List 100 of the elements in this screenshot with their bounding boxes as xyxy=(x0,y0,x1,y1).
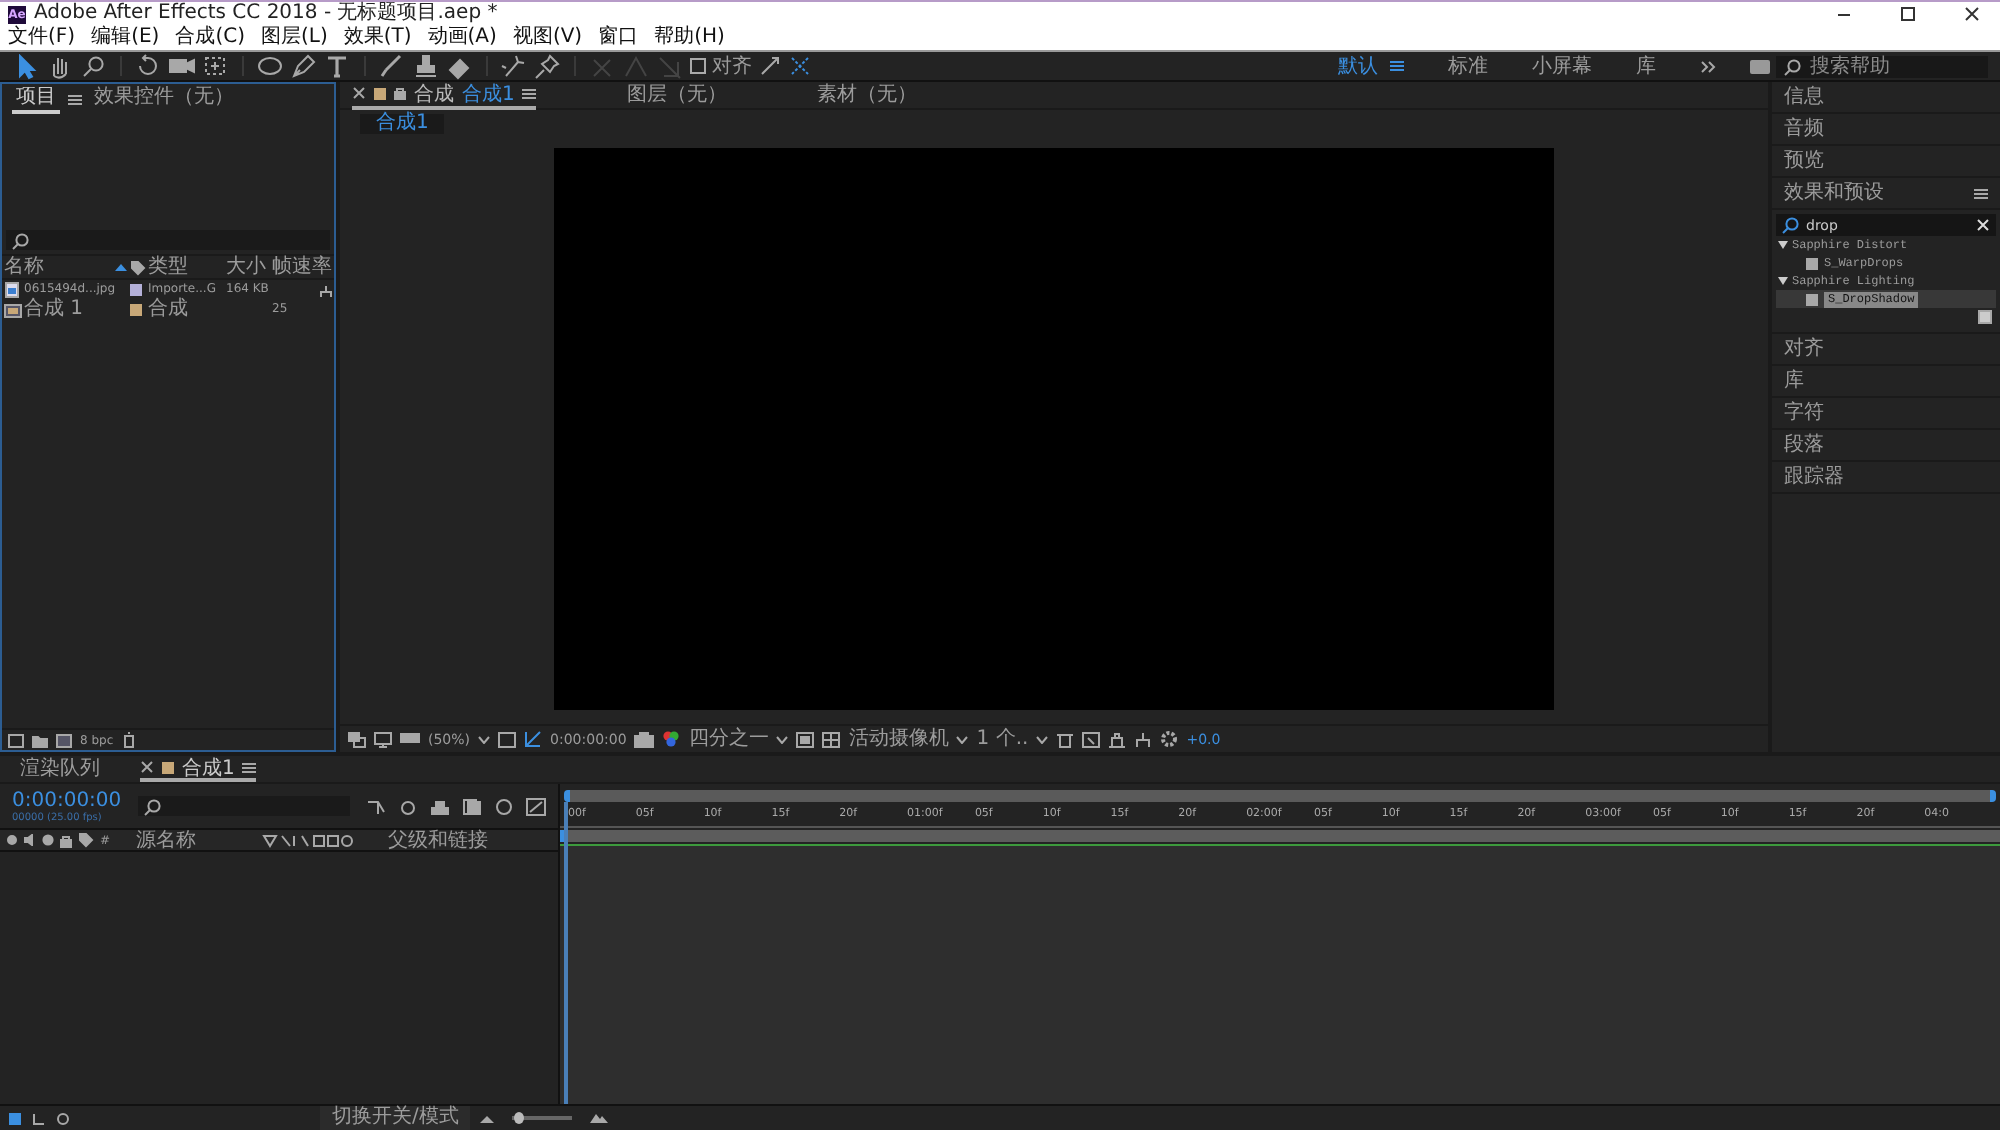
frame-blend-icon[interactable] xyxy=(462,797,482,815)
breadcrumb-item[interactable]: 合成1 xyxy=(360,114,445,134)
disclosure-triangle-icon[interactable] xyxy=(1778,240,1788,250)
column-header[interactable]: 类型 xyxy=(148,256,224,278)
camera-icon[interactable] xyxy=(168,53,196,79)
menu-item[interactable]: 动画(A) xyxy=(427,26,497,50)
tag-icon[interactable] xyxy=(78,832,94,848)
column-header[interactable]: 大小 xyxy=(226,256,270,278)
roto-brush-icon[interactable] xyxy=(500,53,528,79)
grid-icon[interactable] xyxy=(524,730,543,748)
clear-icon[interactable] xyxy=(1976,218,1990,232)
menu-icon[interactable] xyxy=(1974,187,1988,199)
color-channels-icon[interactable] xyxy=(662,730,681,748)
snap-icon[interactable] xyxy=(758,54,782,78)
maximize-icon[interactable] xyxy=(1900,6,1916,22)
current-timecode[interactable]: 0:00:00:00 xyxy=(12,789,122,811)
close-icon[interactable] xyxy=(140,760,154,774)
dotted-square-icon[interactable] xyxy=(202,53,230,79)
flowchart-icon[interactable] xyxy=(1134,731,1153,747)
column-header[interactable]: 父级和链接 xyxy=(388,829,489,851)
menu-item[interactable]: 编辑(E) xyxy=(91,26,160,50)
workspace-tab[interactable]: 小屏幕 xyxy=(1532,52,1592,80)
close-icon[interactable] xyxy=(352,86,366,100)
speaker-icon[interactable] xyxy=(24,834,36,846)
ellipse-icon[interactable] xyxy=(256,53,284,79)
label-swatch[interactable] xyxy=(130,304,142,316)
panel-header[interactable]: 跟踪器 xyxy=(1772,462,2000,494)
menu-icon[interactable] xyxy=(522,87,537,99)
file-name[interactable]: 合成 1 xyxy=(24,300,128,320)
panel-header[interactable]: 库 xyxy=(1772,366,2000,398)
panel-header[interactable]: 信息 xyxy=(1772,82,2000,114)
panel-header[interactable]: 对齐 xyxy=(1772,334,2000,366)
stamp-icon[interactable] xyxy=(412,53,440,79)
label-swatch[interactable] xyxy=(130,284,142,296)
help-search-field[interactable]: 搜索帮助 xyxy=(1776,55,1988,77)
preview-icon[interactable] xyxy=(1082,731,1101,747)
panel-tab[interactable]: 项目 xyxy=(12,84,60,114)
composition-flow-icon[interactable] xyxy=(366,797,386,815)
toggle-pixel-icon[interactable] xyxy=(1056,731,1075,747)
caret-icon[interactable] xyxy=(478,735,491,743)
menu-item[interactable]: 图层(L) xyxy=(260,26,328,50)
stack-icon[interactable] xyxy=(348,731,366,747)
menu-icon[interactable] xyxy=(242,761,257,773)
menu-item[interactable]: 文件(F) xyxy=(8,26,76,50)
magnifier-icon[interactable] xyxy=(80,53,108,79)
search-icon[interactable] xyxy=(143,797,162,815)
in-out-icon[interactable] xyxy=(32,1111,46,1125)
tag-icon[interactable] xyxy=(130,259,146,275)
viewer-tab[interactable]: 图层（无） xyxy=(626,81,727,109)
viewer-tab[interactable]: 合成 合成1 xyxy=(352,81,537,109)
zoom-slider-thumb[interactable] xyxy=(514,1112,525,1124)
caret-icon[interactable] xyxy=(956,735,969,743)
brush-icon[interactable] xyxy=(378,53,406,79)
eye-icon[interactable] xyxy=(6,834,18,846)
search-icon[interactable] xyxy=(1784,57,1802,75)
graph-editor-icon[interactable] xyxy=(526,797,546,815)
workspace-tab[interactable]: 标准 xyxy=(1448,52,1488,80)
flowchart-icon[interactable] xyxy=(318,283,334,297)
pin-icon[interactable] xyxy=(534,53,562,79)
camera-snapshot-icon[interactable] xyxy=(634,731,655,747)
search-icon[interactable] xyxy=(12,231,30,249)
close-icon[interactable] xyxy=(1964,6,1980,22)
menu-item[interactable]: 效果(T) xyxy=(343,26,412,50)
menu-item[interactable]: 合成(C) xyxy=(175,26,245,50)
panel-header[interactable]: 预览 xyxy=(1772,146,2000,178)
caret-icon[interactable] xyxy=(1036,735,1049,743)
align-checkbox[interactable] xyxy=(690,58,706,74)
panel-header[interactable]: 音频 xyxy=(1772,114,2000,146)
menu-icon[interactable] xyxy=(68,93,82,105)
sort-up-icon[interactable] xyxy=(114,262,128,272)
views-dropdown[interactable]: 1 个.. xyxy=(976,727,1029,751)
camera-dropdown[interactable]: 活动摄像机 xyxy=(848,727,949,751)
search-icon[interactable] xyxy=(1782,216,1800,234)
column-header[interactable]: 帧速率 xyxy=(272,256,334,278)
viewer-tab[interactable]: 素材（无） xyxy=(816,81,917,109)
pen-icon[interactable] xyxy=(290,53,318,79)
panel-header[interactable]: 字符 xyxy=(1772,398,2000,430)
menu-item[interactable]: 视图(V) xyxy=(512,26,583,50)
lock-icon[interactable] xyxy=(60,833,72,847)
panel-header[interactable]: 效果和预设 xyxy=(1772,178,2000,210)
monitor-icon[interactable] xyxy=(374,731,392,747)
caret-icon[interactable] xyxy=(776,735,789,743)
rotate-icon[interactable] xyxy=(134,53,162,79)
grid-snap-icon[interactable] xyxy=(788,54,812,78)
column-header[interactable]: 名称 xyxy=(4,256,108,278)
folder-icon[interactable] xyxy=(32,733,48,747)
text-tool-icon[interactable] xyxy=(324,53,352,79)
gear-icon[interactable] xyxy=(1160,730,1179,748)
panel-header[interactable]: 段落 xyxy=(1772,430,2000,462)
timeline-tab[interactable]: 合成1 xyxy=(140,756,257,782)
panel-tab[interactable]: 效果控件（无） xyxy=(90,84,238,114)
toggle-modes-button[interactable]: 切换开关/模式 xyxy=(320,1106,471,1130)
transparency-grid-icon[interactable] xyxy=(822,731,841,747)
project-search-field[interactable] xyxy=(6,230,330,250)
column-header[interactable]: 源名称 xyxy=(136,829,257,851)
trash-icon[interactable] xyxy=(121,732,136,748)
resolution-dropdown[interactable]: 四分之一 xyxy=(688,727,769,751)
zoom-in-icon[interactable] xyxy=(590,1112,609,1124)
disclosure-triangle-icon[interactable] xyxy=(1778,276,1788,286)
workspace-tab[interactable]: 默认 xyxy=(1338,52,1378,80)
